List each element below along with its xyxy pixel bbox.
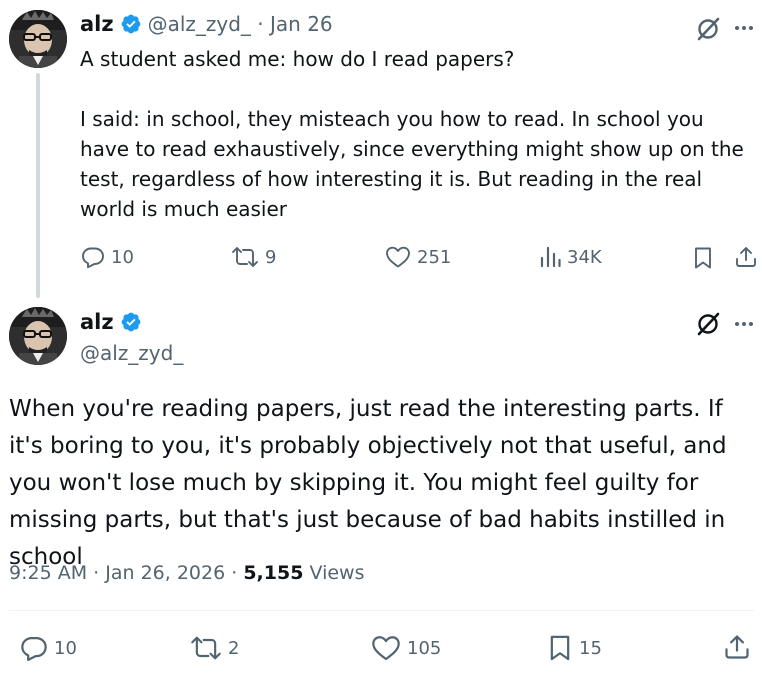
grok-icon (697, 312, 720, 336)
main-grok-icon[interactable] (693, 309, 723, 339)
parent-header: alz @alz_zyd_ · Jan 26 (80, 12, 333, 36)
like-icon (372, 636, 400, 661)
main-bookmark-count: 15 (579, 637, 602, 659)
share-icon (736, 247, 756, 267)
views-count[interactable]: 5,155 (243, 562, 303, 584)
more-icon (735, 26, 753, 30)
main-handle[interactable]: @alz_zyd_ (80, 341, 183, 365)
main-like-count: 105 (407, 637, 442, 659)
share-icon (725, 635, 749, 659)
more-icon (735, 322, 753, 326)
parent-more-button[interactable] (730, 14, 758, 42)
parent-repost-count: 9 (265, 246, 277, 268)
reply-icon (82, 247, 104, 269)
verified-badge-icon (121, 14, 140, 34)
main-header: alz (80, 310, 142, 334)
meta-separator-1: · (93, 562, 100, 584)
parent-share-button[interactable] (733, 244, 759, 270)
parent-handle[interactable]: @alz_zyd_ (148, 12, 251, 36)
verified-badge-icon (121, 312, 140, 332)
main-repost-count: 2 (228, 637, 240, 659)
main-bookmark-button[interactable]: 15 (547, 634, 602, 662)
main-tweet-meta: 9:25 AM · Jan 26, 2026 · 5,155 Views (9, 562, 364, 584)
bookmark-icon (695, 247, 711, 269)
like-icon (386, 246, 410, 268)
meta-divider (9, 610, 754, 611)
parent-date[interactable]: Jan 26 (270, 12, 333, 36)
bookmark-icon (550, 635, 570, 661)
parent-handle-date: @alz_zyd_ · Jan 26 (148, 12, 333, 36)
repost-icon (232, 247, 258, 267)
parent-separator: · (257, 12, 264, 36)
main-tweet-text: When you're reading papers, just read th… (9, 396, 727, 570)
parent-like-button[interactable]: 251 (385, 245, 451, 269)
thread-connector-line (36, 73, 40, 298)
views-icon (540, 246, 561, 268)
tweet-time[interactable]: 9:25 AM (9, 562, 87, 584)
main-share-button[interactable] (722, 632, 752, 662)
meta-separator-2: · (231, 562, 238, 584)
main-display-name[interactable]: alz (80, 310, 114, 334)
main-repost-button[interactable]: 2 (190, 634, 239, 662)
main-reply-count: 10 (54, 637, 77, 659)
reply-icon (21, 636, 47, 662)
parent-text-paragraph2: I said: in school, they misteach you how… (80, 107, 744, 221)
parent-text-line1: A student asked me: how do I read papers… (80, 47, 515, 71)
main-reply-button[interactable]: 10 (20, 634, 77, 662)
views-label: Views (309, 562, 365, 584)
parent-grok-icon[interactable] (693, 14, 723, 44)
parent-avatar[interactable] (9, 10, 67, 68)
parent-reply-button[interactable]: 10 (81, 245, 134, 269)
parent-reply-count: 10 (111, 246, 134, 268)
main-avatar[interactable] (9, 307, 67, 365)
parent-repost-button[interactable]: 9 (231, 245, 276, 269)
main-more-button[interactable] (730, 310, 758, 338)
grok-icon (697, 17, 720, 41)
parent-views-count: 34K (567, 246, 602, 268)
parent-bookmark-button[interactable] (690, 245, 716, 271)
repost-icon (191, 636, 221, 660)
parent-like-count: 251 (417, 246, 452, 268)
parent-views-button[interactable]: 34K (539, 245, 602, 269)
parent-display-name[interactable]: alz (80, 12, 114, 36)
tweet-date[interactable]: Jan 26, 2026 (105, 562, 225, 584)
parent-tweet-text: A student asked me: how do I read papers… (80, 44, 750, 224)
main-like-button[interactable]: 105 (371, 634, 441, 662)
